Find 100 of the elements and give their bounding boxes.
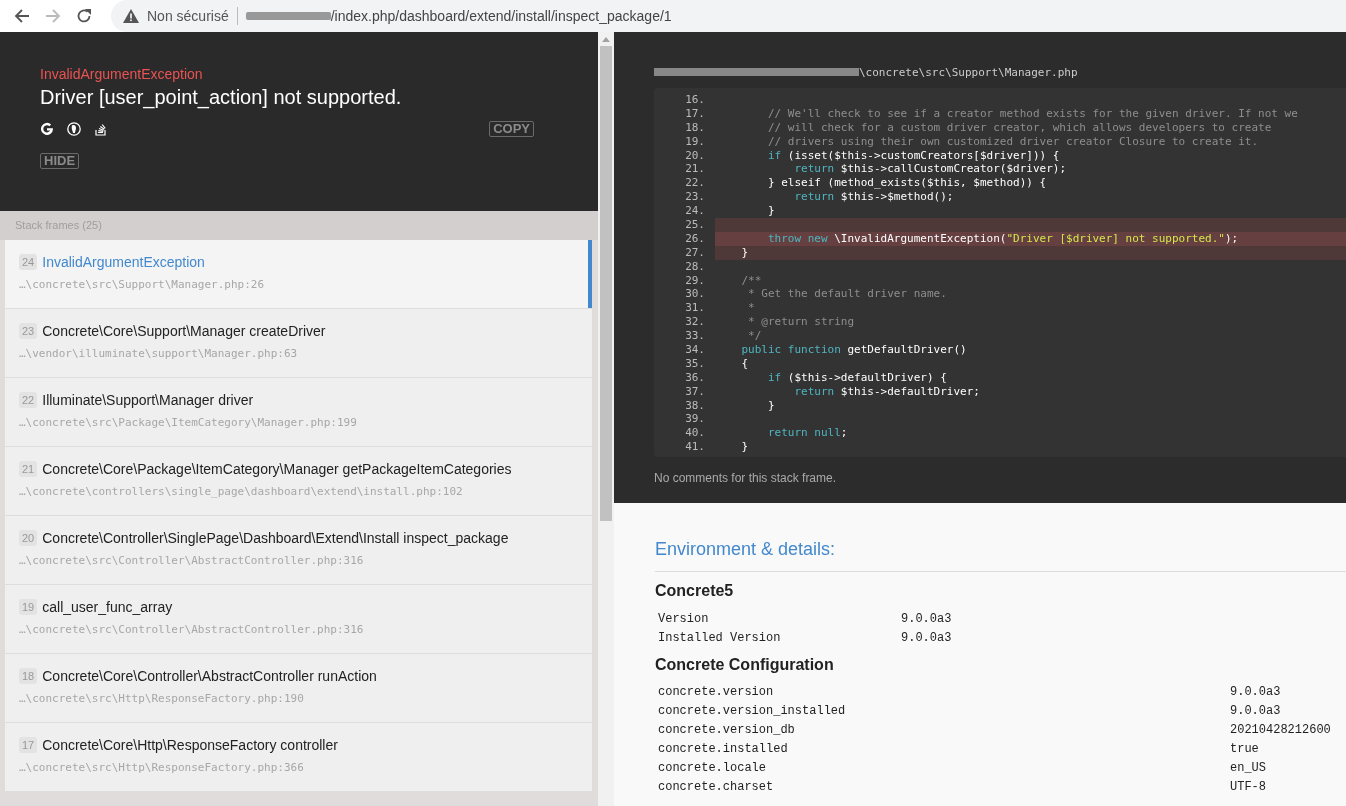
detail-key: Installed Version	[658, 631, 901, 646]
detail-key: concrete.version_db	[658, 723, 1230, 738]
code-line: /**	[740, 273, 763, 288]
reload-icon[interactable]	[76, 8, 92, 24]
frame-index: 18	[19, 668, 38, 684]
line-number: 28.	[684, 259, 705, 274]
scroll-thumb[interactable]	[600, 46, 612, 521]
line-number: 24.	[684, 204, 705, 218]
code-line: public function getDefaultDriver()	[740, 343, 968, 357]
line-number: 32.	[684, 315, 705, 330]
code-line: * Get the default driver name.	[747, 287, 948, 302]
detail-key: concrete.version_installed	[658, 704, 1230, 719]
code-line: {	[740, 356, 750, 371]
google-icon[interactable]	[40, 122, 54, 136]
line-number: 34.	[684, 343, 705, 357]
frame-class: Illuminate\Support\Manager driver	[42, 392, 254, 408]
frame-class: InvalidArgumentException	[42, 254, 205, 270]
comments-note: No comments for this stack frame.	[654, 471, 838, 486]
stack-frame[interactable]: 21 Concrete\Core\Package\ItemCategory\Manager getPackageItemCategories …\concrete\controllers\single_page\dashboard\extend\install.php:102	[5, 447, 592, 516]
stack-frame[interactable]: 17 Concrete\Core\Http\ResponseFactory controller …\concrete\src\Http\ResponseFactory.php:366	[5, 723, 592, 792]
code-line: }	[766, 204, 776, 218]
code-line: // drivers using their own customized driver creator Closure to create it.	[766, 134, 1260, 149]
stack-frame[interactable]: 19 call_user_func_array …\concrete\src\Controller\AbstractController.php:316	[5, 585, 592, 654]
line-number: 30.	[684, 287, 705, 302]
line-number: 25.	[684, 218, 705, 232]
copy-button[interactable]: COPY	[489, 121, 534, 137]
detail-value: 9.0.0a3	[901, 631, 953, 646]
detail-value: UTF-8	[1230, 780, 1267, 795]
frame-index: 20	[19, 530, 38, 546]
file-path: \concrete\src\Support\Manager.php	[859, 65, 1078, 79]
section-heading: Concrete5	[655, 582, 735, 600]
frame-file: …\concrete\src\Support\Manager.php:26	[19, 278, 266, 291]
frame-index: 22	[19, 392, 38, 408]
line-number: 26.	[684, 231, 705, 246]
code-line: } elseif (method_exists($this, $method)) {	[766, 176, 1048, 191]
frame-file: …\concrete\src\Controller\AbstractController.php:316	[19, 623, 365, 636]
line-number: 40.	[684, 426, 705, 441]
address-bar[interactable]: Non sécurisé /index.php/dashboard/extend/install/inspect_package/1	[111, 0, 1346, 32]
frame-class: Concrete\Controller\SinglePage\Dashboard\Extend\Install inspect_package	[42, 530, 509, 546]
frame-index: 24	[19, 254, 38, 270]
code-line: * @return string	[747, 315, 856, 330]
url-text: /index.php/dashboard/extend/install/inspect_package/1	[330, 8, 672, 24]
line-number: 41.	[684, 440, 705, 455]
details-heading: Environment & details:	[655, 539, 1346, 572]
security-label: Non sécurisé	[147, 8, 229, 24]
code-line: *	[747, 301, 756, 316]
hide-button[interactable]: HIDE	[40, 153, 80, 169]
frame-index: 17	[19, 737, 38, 753]
frame-class: Concrete\Core\Controller\AbstractController runAction	[42, 668, 377, 684]
line-number: 31.	[684, 301, 705, 316]
detail-key: concrete.installed	[658, 742, 1230, 757]
code-line: // We'll check to see if a creator method exists for the given driver. If not we	[766, 106, 1299, 121]
detail-key: concrete.version	[658, 685, 1230, 700]
stack-frame[interactable]: 23 Concrete\Core\Support\Manager createDriver …\vendor\illuminate\support\Manager.php:63	[5, 309, 592, 378]
code-line: }	[766, 398, 776, 413]
code-line: return $this->defaultDriver;	[793, 384, 981, 399]
frame-index: 19	[19, 599, 38, 615]
frame-index: 21	[19, 461, 38, 477]
line-number: 21.	[684, 162, 705, 177]
detail-key: concrete.locale	[658, 761, 1230, 776]
line-number: 39.	[684, 412, 705, 427]
line-number: 18.	[684, 120, 705, 135]
frame-class: Concrete\Core\Http\ResponseFactory controller	[42, 737, 338, 753]
frame-file: …\concrete\src\Controller\AbstractController.php:316	[19, 554, 365, 567]
back-icon[interactable]	[14, 8, 30, 24]
detail-value: 20210428212600	[1230, 723, 1332, 738]
section-heading: Concrete Configuration	[655, 656, 835, 674]
line-number: 27.	[684, 245, 705, 260]
frame-file: …\concrete\src\Http\ResponseFactory.php:190	[19, 692, 305, 705]
line-number: 35.	[684, 356, 705, 371]
detail-value: 9.0.0a3	[901, 612, 953, 627]
frame-index: 23	[19, 323, 38, 339]
frame-class: call_user_func_array	[42, 599, 173, 615]
line-number: 19.	[684, 134, 705, 149]
line-number: 17.	[684, 106, 705, 121]
code-line: }	[740, 440, 750, 455]
exception-type: InvalidArgumentException	[40, 66, 204, 82]
stack-frame[interactable]: 22 Illuminate\Support\Manager driver …\concrete\src\Package\ItemCategory\Manager.php:199	[5, 378, 592, 447]
frame-class: Concrete\Core\Support\Manager createDriver	[42, 323, 326, 339]
detail-key: concrete.charset	[658, 780, 1230, 795]
stack-icon[interactable]	[94, 122, 108, 136]
stack-frame[interactable]: 20 Concrete\Controller\SinglePage\Dashboard\Extend\Install inspect_package …\concrete\src\Controller\AbstractController.php:316	[5, 516, 592, 585]
detail-key: Version	[658, 612, 901, 627]
detail-value: 9.0.0a3	[1230, 704, 1282, 719]
detail-value: 9.0.0a3	[1230, 685, 1282, 700]
line-number: 20.	[684, 148, 705, 163]
line-number: 23.	[684, 190, 705, 205]
frame-file: …\concrete\src\Package\ItemCategory\Manager.php:199	[19, 416, 358, 429]
warning-icon	[123, 9, 139, 23]
duck-icon[interactable]	[67, 122, 81, 136]
line-number: 38.	[684, 398, 705, 413]
line-number: 22.	[684, 176, 705, 191]
exception-message: Driver [user_point_action] not supported.	[40, 86, 403, 109]
scrollbar[interactable]	[598, 32, 614, 806]
detail-value: true	[1230, 742, 1260, 757]
code-line: if ($this->defaultDriver) {	[766, 370, 948, 385]
stack-frame[interactable]: 18 Concrete\Core\Controller\AbstractController runAction …\concrete\src\Http\ResponseFactory.php:190	[5, 654, 592, 723]
frame-file: …\vendor\illuminate\support\Manager.php:63	[19, 347, 299, 360]
code-line: return $this->$method();	[793, 190, 955, 205]
frame-class: Concrete\Core\Package\ItemCategory\Manager getPackageItemCategories	[42, 461, 512, 477]
